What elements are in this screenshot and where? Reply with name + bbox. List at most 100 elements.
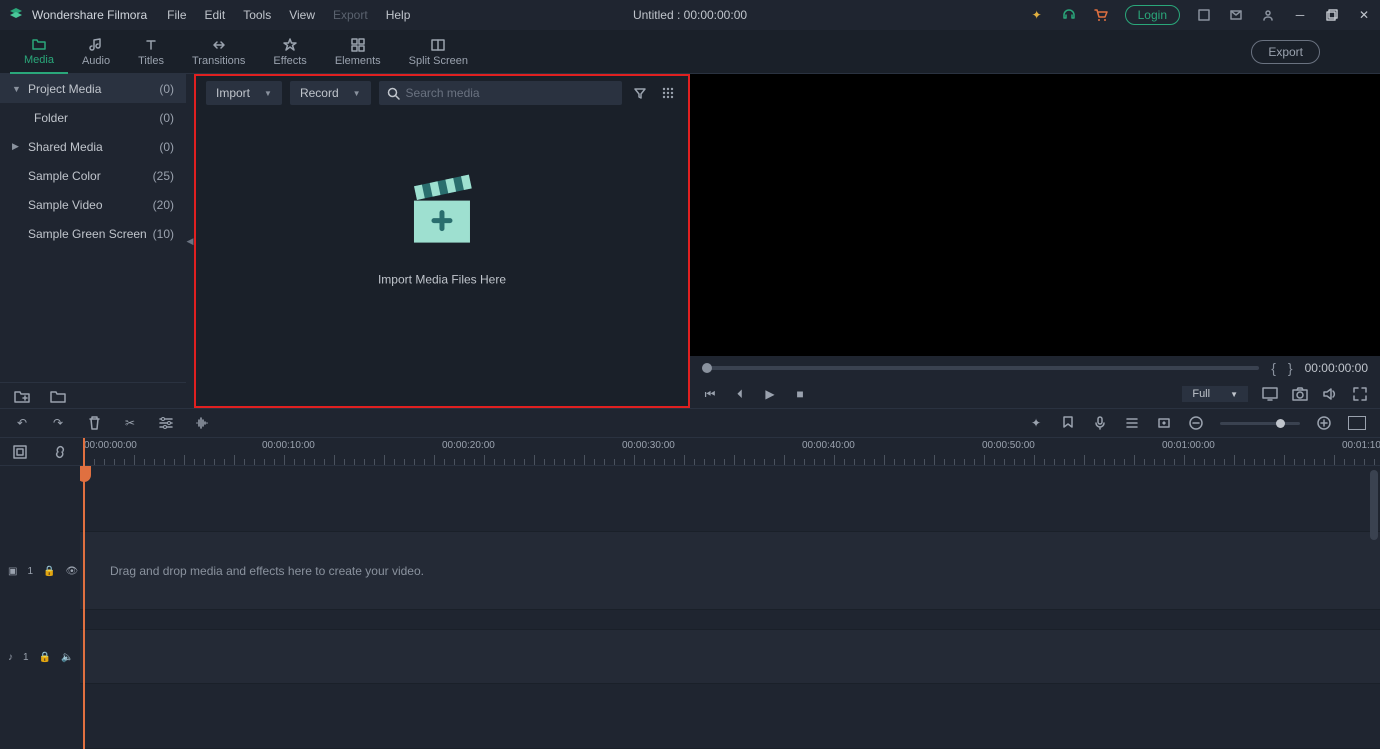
sidebar-item-sample-video[interactable]: Sample Video(20) bbox=[0, 190, 186, 219]
sidebar-item-project-media[interactable]: ▼Project Media(0) bbox=[0, 74, 186, 103]
keyframe-icon[interactable] bbox=[1156, 415, 1172, 431]
lock-icon[interactable]: 🔒 bbox=[39, 652, 51, 663]
app-logo-icon bbox=[8, 7, 24, 23]
tab-strip: Media Audio Titles Transitions Effects E… bbox=[0, 30, 1380, 74]
search-icon bbox=[387, 87, 400, 100]
idea-icon[interactable]: ✦ bbox=[1029, 7, 1045, 23]
minimize-icon[interactable]: ─ bbox=[1292, 7, 1308, 23]
menu-tools[interactable]: Tools bbox=[243, 8, 271, 22]
tab-elements[interactable]: Elements bbox=[321, 30, 395, 74]
zoom-out-icon[interactable] bbox=[1188, 415, 1204, 431]
search-input[interactable] bbox=[406, 86, 614, 100]
grid-view-icon[interactable] bbox=[658, 83, 678, 103]
fullscreen-icon[interactable] bbox=[1352, 386, 1368, 402]
scrub-track[interactable] bbox=[702, 366, 1259, 370]
video-track-header[interactable]: ▣1 🔒 👁 bbox=[0, 532, 80, 610]
stop-icon[interactable]: ■ bbox=[792, 386, 808, 402]
timeline-tracks[interactable]: 00:00:00:00 00:00:10:00 00:00:20:00 00:0… bbox=[80, 438, 1380, 749]
mixer-icon[interactable] bbox=[1124, 415, 1140, 431]
mark-out-icon[interactable]: } bbox=[1288, 360, 1293, 376]
play-icon[interactable]: ▶ bbox=[762, 386, 778, 402]
preview-timecode: 00:00:00:00 bbox=[1305, 361, 1368, 375]
marker-icon[interactable] bbox=[1060, 415, 1076, 431]
media-toolbar: Import▼ Record▼ bbox=[196, 76, 688, 110]
sidebar-item-shared-media[interactable]: ▶Shared Media(0) bbox=[0, 132, 186, 161]
menu-file[interactable]: File bbox=[167, 8, 186, 22]
sidebar-collapse-icon[interactable]: ◀ bbox=[186, 74, 194, 408]
filter-icon[interactable] bbox=[630, 83, 650, 103]
visibility-icon[interactable]: 👁 bbox=[65, 566, 78, 577]
main-menu: File Edit Tools View Export Help bbox=[167, 8, 410, 22]
drop-hint-label: Import Media Files Here bbox=[378, 273, 506, 287]
track-spacer bbox=[80, 466, 1380, 532]
sidebar-item-sample-color[interactable]: Sample Color(25) bbox=[0, 161, 186, 190]
account-icon[interactable] bbox=[1260, 7, 1276, 23]
media-drop-zone[interactable]: Import Media Files Here bbox=[378, 173, 506, 287]
preview-screen[interactable] bbox=[690, 74, 1380, 356]
undo-icon[interactable]: ↶ bbox=[14, 415, 30, 431]
tab-transitions[interactable]: Transitions bbox=[178, 30, 259, 74]
chevron-down-icon: ▼ bbox=[1230, 390, 1238, 399]
sidebar-item-folder[interactable]: Folder(0) bbox=[0, 103, 186, 132]
lock-icon[interactable]: 🔒 bbox=[43, 566, 55, 577]
step-back-icon[interactable]: ⏴ bbox=[732, 386, 748, 402]
timeline-options-icon[interactable] bbox=[12, 444, 28, 460]
voiceover-icon[interactable] bbox=[1092, 415, 1108, 431]
maximize-icon[interactable] bbox=[1324, 7, 1340, 23]
export-button[interactable]: Export bbox=[1251, 40, 1320, 64]
search-box[interactable] bbox=[379, 81, 622, 105]
delete-icon[interactable] bbox=[86, 415, 102, 431]
new-folder-icon[interactable] bbox=[14, 388, 30, 404]
menu-help[interactable]: Help bbox=[386, 8, 411, 22]
audio-wave-icon[interactable] bbox=[194, 415, 210, 431]
close-icon[interactable]: ✕ bbox=[1356, 7, 1372, 23]
adjust-icon[interactable] bbox=[158, 415, 174, 431]
video-track[interactable]: Drag and drop media and effects here to … bbox=[80, 532, 1380, 610]
prev-frame-icon[interactable]: ⏮ bbox=[702, 386, 718, 402]
mark-in-icon[interactable]: { bbox=[1271, 360, 1276, 376]
playhead[interactable] bbox=[83, 438, 85, 749]
scrub-thumb[interactable] bbox=[702, 363, 712, 373]
volume-icon[interactable] bbox=[1322, 386, 1338, 402]
zoom-fit-icon[interactable] bbox=[1348, 416, 1366, 430]
tab-effects[interactable]: Effects bbox=[259, 30, 320, 74]
save-icon[interactable] bbox=[1196, 7, 1212, 23]
chevron-down-icon: ▼ bbox=[353, 89, 361, 98]
clapperboard-icon bbox=[402, 173, 482, 253]
menu-view[interactable]: View bbox=[289, 8, 315, 22]
folder-icon[interactable] bbox=[50, 388, 66, 404]
timeline: ▣1 🔒 👁 ♪1 🔒 🔈 00:00:00:00 00:00:10:00 00… bbox=[0, 438, 1380, 749]
message-icon[interactable] bbox=[1228, 7, 1244, 23]
tab-audio[interactable]: Audio bbox=[68, 30, 124, 74]
link-icon[interactable] bbox=[52, 444, 68, 460]
support-icon[interactable] bbox=[1061, 7, 1077, 23]
audio-track[interactable] bbox=[80, 630, 1380, 684]
cart-icon[interactable] bbox=[1093, 7, 1109, 23]
login-button[interactable]: Login bbox=[1125, 5, 1180, 25]
mute-icon[interactable]: 🔈 bbox=[61, 652, 73, 663]
zoom-in-icon[interactable] bbox=[1316, 415, 1332, 431]
tab-split-screen[interactable]: Split Screen bbox=[395, 30, 482, 74]
render-icon[interactable]: ✦ bbox=[1028, 415, 1044, 431]
menu-export: Export bbox=[333, 8, 368, 22]
tab-titles[interactable]: Titles bbox=[124, 30, 178, 74]
audio-track-header[interactable]: ♪1 🔒 🔈 bbox=[0, 630, 80, 684]
import-dropdown[interactable]: Import▼ bbox=[206, 81, 282, 105]
display-icon[interactable] bbox=[1262, 386, 1278, 402]
redo-icon[interactable]: ↷ bbox=[50, 415, 66, 431]
title-bar: Wondershare Filmora File Edit Tools View… bbox=[0, 0, 1380, 30]
timeline-ruler[interactable]: 00:00:00:00 00:00:10:00 00:00:20:00 00:0… bbox=[80, 438, 1380, 466]
sidebar-item-sample-green[interactable]: Sample Green Screen(10) bbox=[0, 219, 186, 248]
record-dropdown[interactable]: Record▼ bbox=[290, 81, 371, 105]
audio-track-icon: ♪ bbox=[8, 652, 13, 663]
snapshot-icon[interactable] bbox=[1292, 386, 1308, 402]
preview-scrubber: { } 00:00:00:00 bbox=[690, 356, 1380, 380]
zoom-slider[interactable] bbox=[1220, 422, 1300, 425]
quality-select[interactable]: Full▼ bbox=[1182, 386, 1248, 402]
timeline-toolbar: ↶ ↷ ✂ ✦ bbox=[0, 408, 1380, 438]
zoom-thumb[interactable] bbox=[1276, 419, 1285, 428]
tab-media[interactable]: Media bbox=[10, 30, 68, 74]
cut-icon[interactable]: ✂ bbox=[122, 415, 138, 431]
vertical-scrollbar[interactable] bbox=[1370, 470, 1378, 540]
menu-edit[interactable]: Edit bbox=[205, 8, 226, 22]
